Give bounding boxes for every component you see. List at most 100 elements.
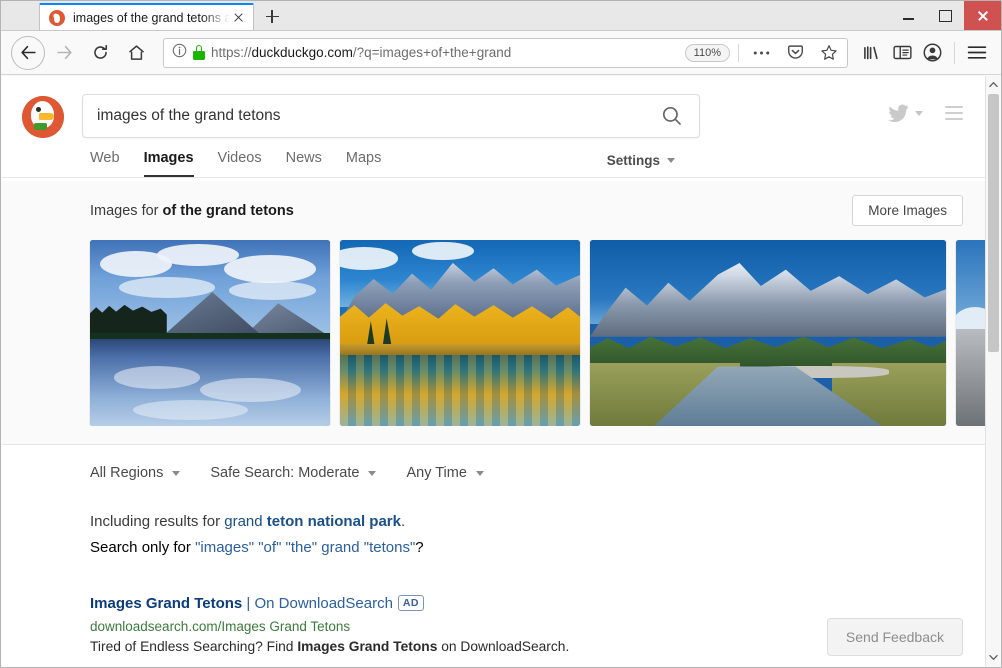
- chevron-down-icon: [368, 470, 377, 476]
- page-actions-ellipsis-icon[interactable]: [747, 40, 775, 66]
- header-right-actions: [888, 104, 963, 122]
- scroll-up-arrow-icon[interactable]: [986, 76, 1000, 93]
- including-results-suffix: .: [400, 513, 406, 530]
- page-info-icon[interactable]: [172, 43, 187, 63]
- filter-time-label: Any Time: [406, 465, 467, 481]
- page-content: Web Images Videos News Maps Settings Ima…: [2, 76, 985, 666]
- search-filters: All Regions Safe Search: Moderate Any Ti…: [2, 445, 985, 481]
- search-only-prefix: Search only for: [90, 539, 196, 556]
- image-thumbnail-row: [2, 240, 985, 426]
- suggested-query-bold: teton national park: [266, 513, 401, 530]
- search-only-line: Search only for "images" "of" "the" gran…: [90, 535, 985, 561]
- scroll-down-arrow-icon[interactable]: [986, 649, 1000, 666]
- chevron-down-icon: [475, 470, 484, 476]
- zoom-level-badge[interactable]: 110%: [684, 43, 730, 62]
- filter-region[interactable]: All Regions: [90, 465, 181, 481]
- home-button[interactable]: [119, 36, 153, 70]
- twitter-icon: [888, 104, 909, 122]
- settings-dropdown[interactable]: Settings: [607, 153, 675, 168]
- search-input[interactable]: [83, 95, 645, 137]
- send-feedback-button[interactable]: Send Feedback: [826, 618, 963, 656]
- image-thumbnail[interactable]: [340, 240, 580, 426]
- toolbar-divider: [738, 43, 739, 62]
- tab-images[interactable]: Images: [143, 150, 194, 177]
- toolbar-divider: [954, 41, 955, 64]
- images-strip-title: Images for of the grand tetons: [90, 203, 294, 219]
- ad-desc-bold: Images Grand Tetons: [297, 639, 438, 654]
- new-tab-button[interactable]: [254, 3, 290, 30]
- tab-title: images of the grand tetons at D: [73, 10, 230, 25]
- tab-videos[interactable]: Videos: [218, 150, 262, 177]
- image-thumbnail[interactable]: [90, 240, 330, 426]
- filter-region-label: All Regions: [90, 465, 164, 481]
- suggested-query-link[interactable]: grand teton national park: [224, 513, 401, 530]
- window-controls: [890, 1, 1001, 30]
- url-text[interactable]: https://duckduckgo.com/?q=images+of+the+…: [211, 45, 679, 60]
- exact-query-link[interactable]: "images" "of" "the" grand "tetons": [195, 539, 415, 556]
- ddg-header: Web Images Videos News Maps Settings: [2, 76, 985, 181]
- close-tab-icon[interactable]: [230, 9, 247, 26]
- url-path: /?q=images+of+the+grand: [352, 45, 512, 60]
- duckduckgo-logo[interactable]: [22, 96, 64, 138]
- sidebar-icon[interactable]: [888, 40, 916, 66]
- lock-icon: [193, 45, 205, 60]
- url-scheme: https://: [211, 45, 252, 60]
- including-results-line: Including results for grand teton nation…: [90, 509, 985, 535]
- filter-safesearch-label: Safe Search: Moderate: [210, 465, 360, 481]
- tab-maps[interactable]: Maps: [346, 150, 381, 177]
- including-results-prefix: Including results for: [90, 513, 225, 530]
- ad-badge: AD: [397, 595, 424, 611]
- images-query: of the grand tetons: [162, 202, 294, 219]
- ad-desc-suffix: on DownloadSearch.: [437, 639, 570, 654]
- filter-time[interactable]: Any Time: [406, 465, 484, 481]
- forward-button[interactable]: [47, 36, 81, 70]
- search-nav-tabs: Web Images Videos News Maps: [2, 150, 985, 178]
- search-area: [82, 94, 700, 138]
- chevron-down-icon: [172, 470, 181, 476]
- ad-result-title-rest: | On DownloadSearch: [242, 595, 393, 612]
- chevron-down-icon[interactable]: [915, 110, 923, 116]
- bookmark-star-icon[interactable]: [815, 40, 843, 66]
- suggested-query-plain: grand: [224, 513, 267, 530]
- reload-button[interactable]: [83, 36, 117, 70]
- title-bar: images of the grand tetons at D: [1, 1, 1001, 31]
- search-icon[interactable]: [645, 95, 699, 137]
- images-carousel: Images for of the grand tetons More Imag…: [2, 181, 985, 445]
- address-bar[interactable]: https://duckduckgo.com/?q=images+of+the+…: [163, 37, 848, 68]
- minimize-button[interactable]: [890, 1, 927, 30]
- search-nav-wrap: Web Images Videos News Maps Settings: [2, 150, 985, 178]
- chevron-down-icon: [667, 158, 675, 163]
- back-button[interactable]: [11, 35, 45, 70]
- library-icon[interactable]: [858, 40, 886, 66]
- ad-result-title-row: Images Grand Tetons | On DownloadSearch A…: [90, 595, 985, 612]
- tab-web[interactable]: Web: [90, 150, 120, 177]
- image-thumbnail[interactable]: [590, 240, 946, 426]
- settings-label: Settings: [606, 153, 660, 168]
- twitter-menu[interactable]: [888, 104, 923, 122]
- url-host: duckduckgo.com: [251, 45, 353, 60]
- browser-tab[interactable]: images of the grand tetons at D: [39, 3, 254, 30]
- tab-strip: images of the grand tetons at D: [1, 1, 290, 30]
- ddg-menu-icon[interactable]: [945, 105, 963, 121]
- browser-window: images of the grand tetons at D https://…: [0, 0, 1002, 668]
- more-images-button[interactable]: More Images: [852, 195, 963, 226]
- search-box[interactable]: [82, 94, 700, 138]
- ad-result-link[interactable]: Images Grand Tetons | On DownloadSearch: [90, 595, 393, 612]
- account-icon[interactable]: [918, 40, 946, 66]
- vertical-scrollbar[interactable]: [985, 76, 1000, 666]
- filter-safesearch[interactable]: Safe Search: Moderate: [210, 465, 377, 481]
- page-viewport: Web Images Videos News Maps Settings Ima…: [2, 76, 1000, 666]
- close-window-button[interactable]: [964, 1, 1001, 30]
- image-thumbnail[interactable]: [956, 240, 985, 426]
- duckduckgo-favicon-icon: [49, 9, 65, 26]
- hamburger-menu-icon[interactable]: [963, 40, 991, 66]
- tab-news[interactable]: News: [286, 150, 322, 177]
- search-only-suffix: ?: [415, 539, 424, 556]
- navigation-toolbar: https://duckduckgo.com/?q=images+of+the+…: [1, 31, 1001, 75]
- ad-result-title-bold: Images Grand Tetons: [90, 595, 243, 612]
- maximize-button[interactable]: [927, 1, 964, 30]
- pocket-icon[interactable]: [781, 40, 809, 66]
- ad-desc-prefix: Tired of Endless Searching? Find: [90, 639, 298, 654]
- spelling-suggestions: Including results for grand teton nation…: [2, 481, 985, 561]
- scrollbar-thumb[interactable]: [988, 94, 999, 352]
